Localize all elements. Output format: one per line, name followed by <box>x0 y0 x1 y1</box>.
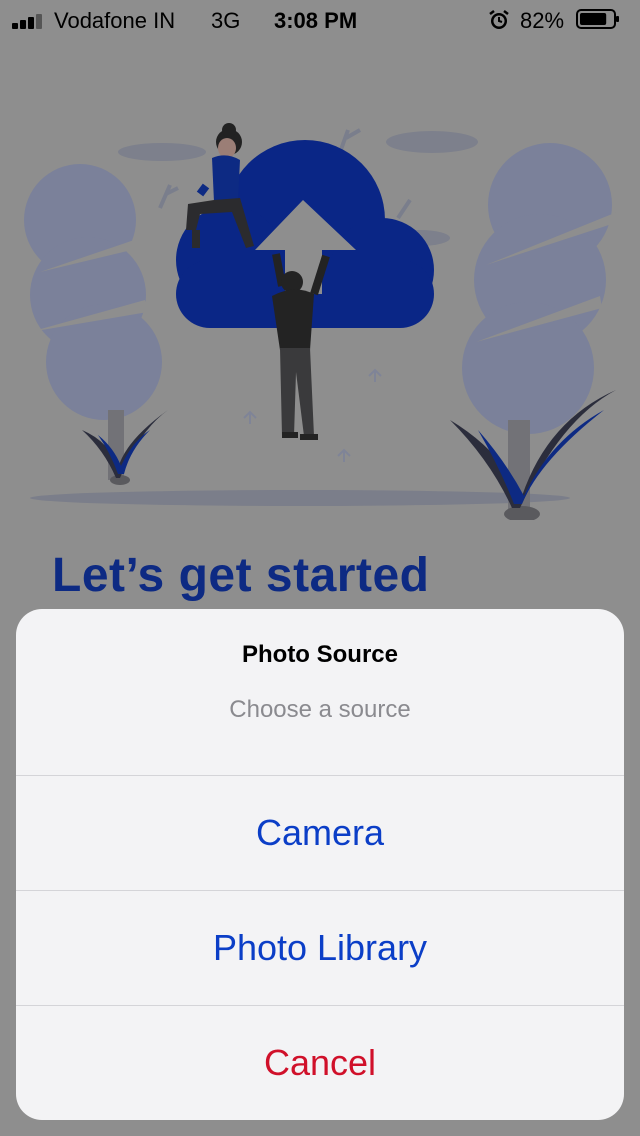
small-cloud <box>118 143 206 161</box>
battery-icon <box>576 9 619 29</box>
action-sheet-header: Photo Source Choose a source <box>16 609 624 775</box>
status-bar: Vodafone IN 3G 3:08 PM 82% <box>0 0 640 40</box>
signal-bars-icon <box>12 13 48 29</box>
small-cloud <box>386 131 478 153</box>
standing-person <box>272 253 330 440</box>
up-arrow-icon <box>337 448 351 462</box>
up-arrow-icon <box>243 410 257 424</box>
action-sheet-subtitle: Choose a source <box>229 696 411 723</box>
branch <box>158 184 179 209</box>
cancel-button[interactable]: Cancel <box>16 1006 624 1120</box>
carrier-name: Vodafone IN <box>54 8 176 33</box>
camera-button[interactable]: Camera <box>16 776 624 890</box>
onboarding-headline: Let’s get started <box>52 549 430 602</box>
alarm-icon <box>489 10 509 29</box>
up-arrow-icon <box>368 368 382 382</box>
cloud-upload-illustration <box>24 123 622 520</box>
ground-shadow <box>30 490 570 506</box>
battery-percentage: 82% <box>520 8 565 33</box>
status-time: 3:08 PM <box>274 8 358 33</box>
branch <box>396 198 412 220</box>
network-type: 3G <box>211 8 241 33</box>
photo-source-action-sheet: Photo Source Choose a source Camera Phot… <box>16 609 624 1120</box>
action-sheet-title: Photo Source <box>241 641 398 668</box>
photo-library-button[interactable]: Photo Library <box>16 891 624 1005</box>
